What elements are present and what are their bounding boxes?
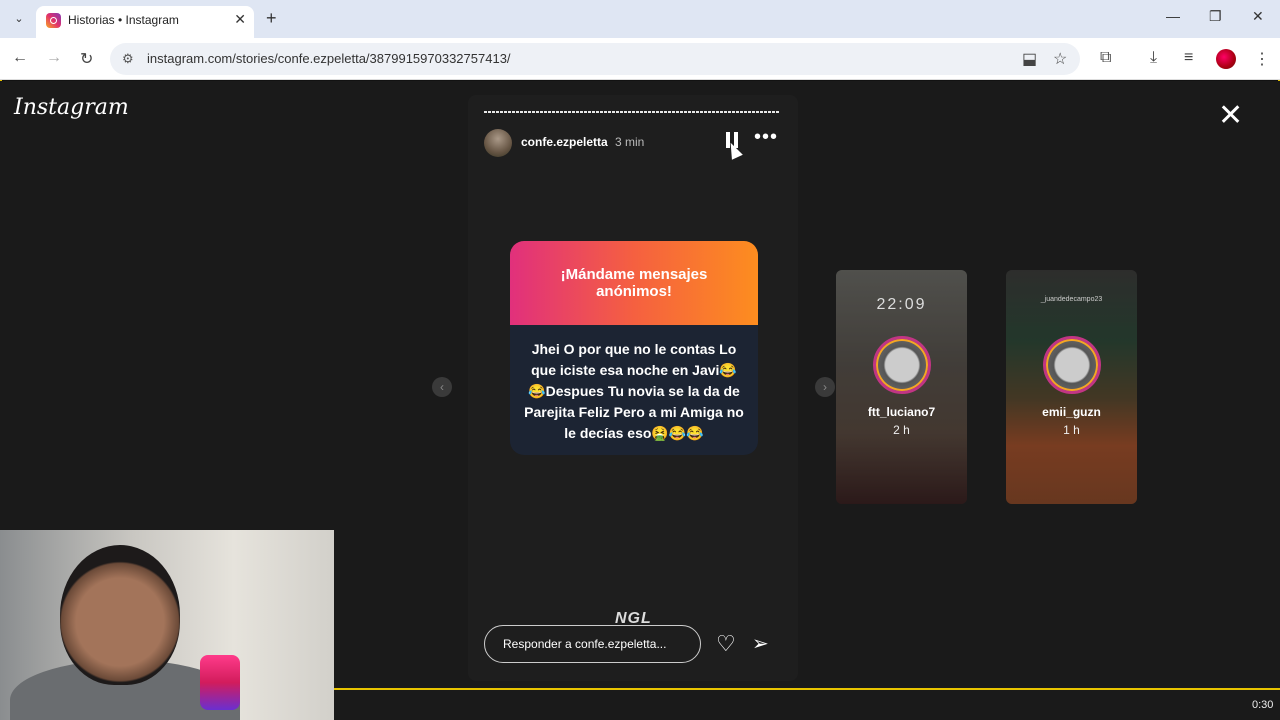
browser-menu-icon[interactable]: ⋮: [1254, 49, 1270, 69]
bookmark-star-icon[interactable]: ☆: [1053, 49, 1067, 69]
story-username[interactable]: confe.ezpeletta: [521, 135, 608, 149]
downloads-icon[interactable]: ⤓: [1150, 49, 1157, 67]
tab-search-icon[interactable]: ⌄: [10, 10, 28, 28]
avatar: [873, 336, 931, 394]
address-bar[interactable]: ⚙ instagram.com/stories/confe.ezpeletta/…: [110, 43, 1080, 75]
profile-avatar[interactable]: [1216, 49, 1236, 69]
preview-username: ftt_luciano7: [867, 405, 936, 419]
close-window-icon[interactable]: ✕: [1252, 8, 1264, 25]
browser-tab-bar: ⌄ Historias • Instagram ✕ + — ❐ ✕: [0, 0, 1280, 38]
webcam-person-head: [60, 545, 180, 685]
minimize-icon[interactable]: —: [1166, 8, 1180, 24]
tab-close-icon[interactable]: ✕: [234, 11, 246, 28]
restore-icon[interactable]: ❐: [1209, 8, 1222, 25]
story-preview-2[interactable]: _juandedecampo23 emii_guzn 1 h: [1006, 270, 1137, 504]
install-app-icon[interactable]: ⬓: [1022, 49, 1037, 69]
browser-tab[interactable]: Historias • Instagram ✕: [36, 6, 254, 38]
video-progress-bar: [334, 688, 1280, 720]
story-time: 3 min: [615, 135, 645, 149]
preview-time: 2 h: [893, 423, 910, 437]
media-control-icon[interactable]: ≡: [1184, 49, 1193, 67]
close-stories-icon[interactable]: ✕: [1218, 101, 1243, 131]
back-icon[interactable]: ←: [12, 49, 28, 67]
browser-toolbar: ← → ↻ ⚙ instagram.com/stories/confe.ezpe…: [0, 38, 1280, 80]
reload-icon[interactable]: ↻: [80, 49, 93, 69]
reply-input[interactable]: Responder a confe.ezpeletta...: [484, 625, 701, 663]
preview-username: emii_guzn: [1042, 405, 1101, 419]
instagram-favicon-icon: [46, 13, 61, 28]
extensions-icon[interactable]: ⧉: [1100, 49, 1111, 67]
card-body: Jhei O por que no le contas Lo que icist…: [510, 325, 758, 455]
next-story-icon[interactable]: ›: [815, 377, 835, 397]
preview-overlay-text: 22:09: [876, 296, 927, 313]
instagram-logo[interactable]: Instagram: [14, 95, 129, 120]
forward-icon[interactable]: →: [46, 49, 62, 67]
avatar[interactable]: [484, 129, 512, 157]
avatar: [1043, 336, 1101, 394]
mouse-cursor-icon: [725, 140, 743, 160]
send-icon[interactable]: ➢: [752, 631, 769, 656]
story-preview-1[interactable]: 22:09 ftt_luciano7 2 h: [836, 270, 967, 504]
card-title: ¡Mándame mensajes anónimos!: [560, 266, 708, 300]
webcam-rgb-light: [200, 655, 240, 710]
anonymous-message-card: ¡Mándame mensajes anónimos! Jhei O por q…: [510, 241, 758, 455]
preview-overlay-text: _juandedecampo23: [1040, 296, 1103, 303]
more-options-icon[interactable]: •••: [754, 126, 778, 149]
url-text[interactable]: instagram.com/stories/confe.ezpeletta/38…: [147, 51, 511, 66]
tab-title: Historias • Instagram: [68, 13, 179, 27]
card-message: Jhei O por que no le contas Lo que icist…: [524, 341, 744, 441]
previous-story-icon[interactable]: ‹: [432, 377, 452, 397]
new-tab-icon[interactable]: +: [266, 8, 277, 29]
story-viewer[interactable]: confe.ezpeletta 3 min ••• ¡Mándame mensa…: [468, 95, 798, 681]
site-settings-icon[interactable]: ⚙: [122, 51, 134, 67]
card-header: ¡Mándame mensajes anónimos!: [510, 241, 758, 325]
heart-icon[interactable]: ♡: [716, 631, 736, 657]
reply-placeholder[interactable]: Responder a confe.ezpeletta...: [503, 637, 666, 651]
webcam-overlay: [0, 530, 334, 720]
story-progress-bar: [484, 111, 780, 113]
video-timer: 0:30: [1252, 699, 1274, 711]
preview-time: 1 h: [1063, 423, 1080, 437]
